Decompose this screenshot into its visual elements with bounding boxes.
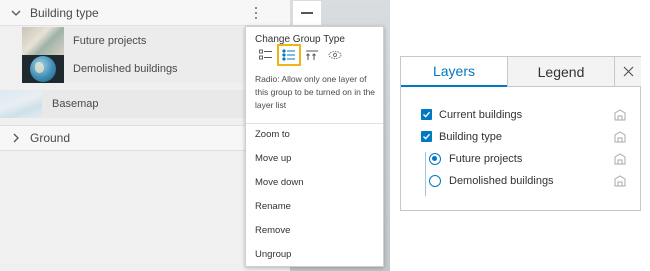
chevron-right-icon[interactable] (10, 132, 22, 144)
layers-widget: Layers Legend Current buildings Building… (400, 56, 641, 211)
layer-row-building-type[interactable]: Building type (401, 128, 642, 146)
layer-label: Demolished buildings (449, 175, 554, 187)
group-title: Building type (30, 5, 99, 20)
group-context-menu: Change Group Type Radio: Allow only one … (245, 26, 384, 267)
checkbox-list-icon[interactable] (257, 47, 275, 63)
layer-label: Demolished buildings (73, 63, 178, 75)
layer-visibility-icon[interactable] (613, 108, 627, 122)
close-button[interactable] (615, 57, 641, 87)
layer-row-future-projects[interactable]: Future projects (401, 150, 642, 168)
tab-legend[interactable]: Legend (507, 57, 615, 87)
radio-list-icon[interactable] (277, 44, 301, 66)
layer-checkbox[interactable] (421, 131, 432, 142)
layer-visibility-icon[interactable] (613, 130, 627, 144)
chevron-down-icon[interactable] (10, 7, 22, 19)
layer-visibility-icon[interactable] (613, 174, 627, 188)
menu-title: Change Group Type (255, 34, 345, 45)
hidden-list-icon[interactable] (326, 47, 344, 63)
layer-label: Future projects (449, 153, 523, 165)
group-row-building-type[interactable]: Building type (0, 0, 290, 26)
minus-icon (301, 12, 313, 14)
tab-layers[interactable]: Layers (401, 57, 507, 87)
group-type-description: Radio: Allow only one layer of this grou… (255, 74, 376, 110)
more-options-icon[interactable] (250, 6, 262, 20)
zoom-out-button[interactable] (292, 0, 322, 26)
menu-item-zoom-to[interactable]: Zoom to (255, 129, 290, 140)
menu-item-move-down[interactable]: Move down (255, 177, 304, 188)
basemap-thumbnail (0, 90, 42, 118)
group-type-selector (257, 44, 344, 66)
layer-row-demolished-buildings[interactable]: Demolished buildings (401, 172, 642, 190)
layer-radio[interactable] (429, 153, 441, 165)
layer-label: Future projects (73, 35, 147, 47)
layer-thumbnail (22, 55, 64, 83)
menu-item-ungroup[interactable]: Ungroup (255, 249, 291, 260)
close-icon (623, 66, 633, 77)
menu-divider (246, 123, 383, 124)
layer-row-current-buildings[interactable]: Current buildings (401, 106, 642, 124)
layer-radio[interactable] (429, 175, 441, 187)
layer-thumbnail (22, 27, 64, 55)
menu-item-rename[interactable]: Rename (255, 201, 291, 212)
group-title: Ground (30, 131, 71, 145)
layer-checkbox[interactable] (421, 109, 432, 120)
layer-visibility-icon[interactable] (613, 152, 627, 166)
layer-label: Basemap (52, 98, 99, 110)
menu-item-remove[interactable]: Remove (255, 225, 290, 236)
menu-item-move-up[interactable]: Move up (255, 153, 291, 164)
layer-label: Current buildings (439, 109, 523, 121)
layer-label: Building type (439, 131, 502, 143)
exclusive-order-icon[interactable] (303, 47, 321, 63)
